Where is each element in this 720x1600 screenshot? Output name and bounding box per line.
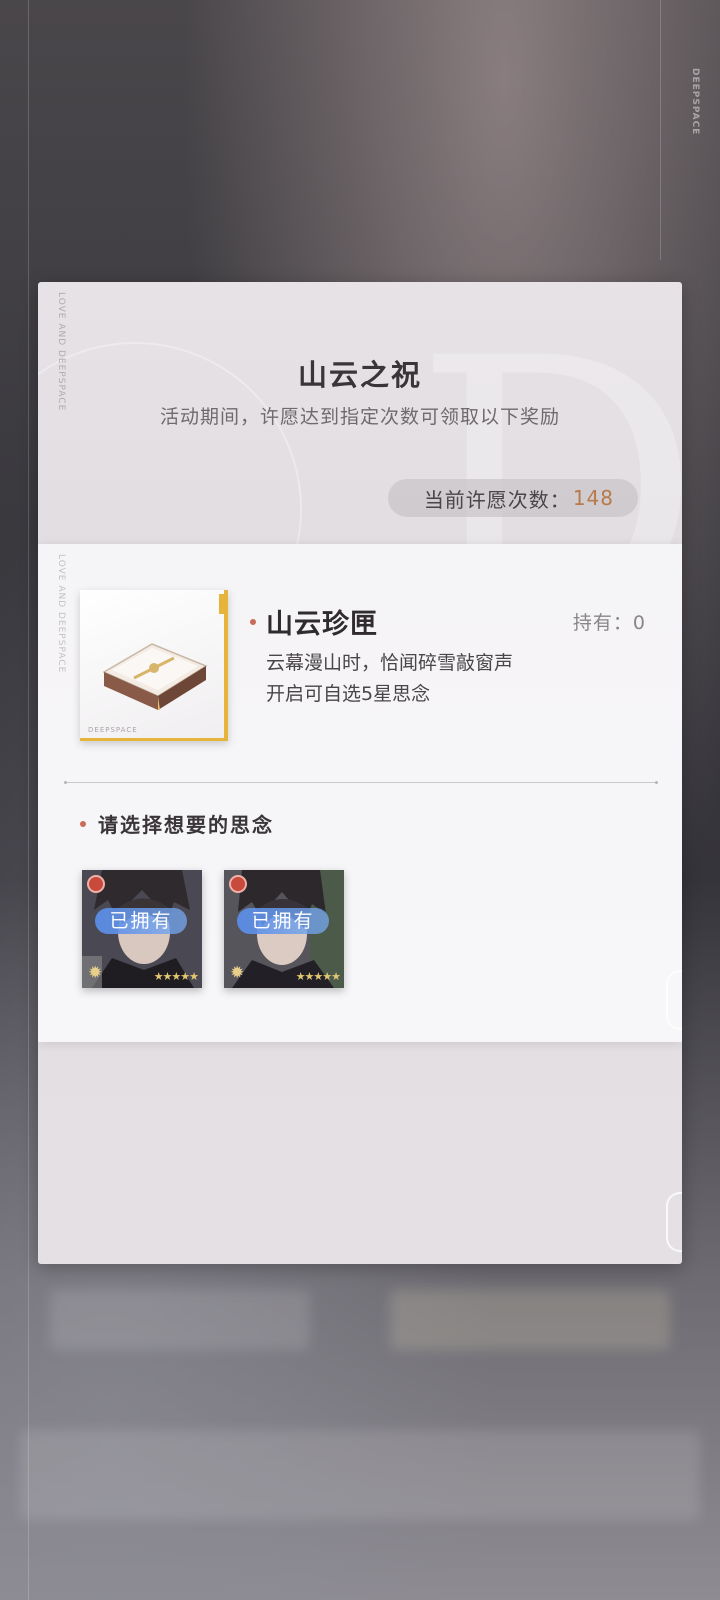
treasure-box-icon [102, 643, 208, 710]
background-blur-block [50, 1290, 310, 1350]
choose-memory-row: 请选择想要的思念 [80, 809, 274, 838]
owned-tag: 已拥有 [237, 908, 329, 934]
sun-icon: ✹ [230, 963, 245, 983]
bullet-icon [250, 618, 256, 625]
background-blur-block [390, 1290, 670, 1350]
background-brand-text: DEEPSPACE [690, 68, 700, 136]
item-description-line: 开启可自选5星思念 [266, 683, 431, 705]
reward-panel: LOVE AND DEEPSPACE DEEPSPACE 山云珍匣 持有：0 云… [38, 544, 682, 1042]
reward-item-frame[interactable]: DEEPSPACE [80, 590, 228, 741]
item-name: 山云珍匣 [266, 609, 378, 640]
rarity-tag [219, 594, 228, 614]
edge-ornament [666, 1192, 682, 1252]
memory-type-icon [87, 875, 105, 893]
dialog-subtitle: 活动期间，许愿达到指定次数可领取以下奖励 [159, 406, 560, 428]
divider [64, 781, 658, 784]
panel-side-text: LOVE AND DEEPSPACE [56, 554, 66, 674]
rarity-stars: ★★★★★ [295, 970, 341, 983]
owned-count: 持有：0 [572, 612, 646, 634]
background-line-left [28, 0, 29, 1600]
background-blur-block [20, 1430, 700, 1520]
rarity-stars: ★★★★★ [153, 970, 199, 983]
wish-count-pill: 当前许愿次数： 148 [387, 479, 638, 517]
memory-card[interactable]: 已拥有 ✹ ★★★★★ [224, 870, 344, 988]
item-description: 云幕漫山时，恰闻碎雪敲窗声 开启可自选5星思念 [266, 648, 513, 710]
item-name-row: 山云珍匣 [250, 602, 378, 641]
edge-ornament [666, 970, 682, 1030]
item-description-line: 云幕漫山时，恰闻碎雪敲窗声 [266, 652, 514, 674]
owned-tag: 已拥有 [95, 908, 187, 934]
background-line-right [660, 0, 661, 260]
wish-count-label: 当前许愿次数： [423, 487, 571, 512]
dialog-title: 山云之祝 [297, 358, 422, 392]
bullet-icon [80, 820, 86, 827]
memory-card[interactable]: 已拥有 ✹ ★★★★★ [82, 870, 202, 988]
sun-icon: ✹ [88, 963, 103, 983]
choose-memory-label: 请选择想要的思念 [98, 813, 274, 837]
frame-brand-text: DEEPSPACE [88, 726, 138, 734]
memory-type-icon [229, 875, 247, 893]
reward-dialog: D LOVE AND DEEPSPACE 山云之祝 活动期间，许愿达到指定次数可… [38, 282, 682, 1264]
wish-count-value: 148 [572, 486, 614, 510]
